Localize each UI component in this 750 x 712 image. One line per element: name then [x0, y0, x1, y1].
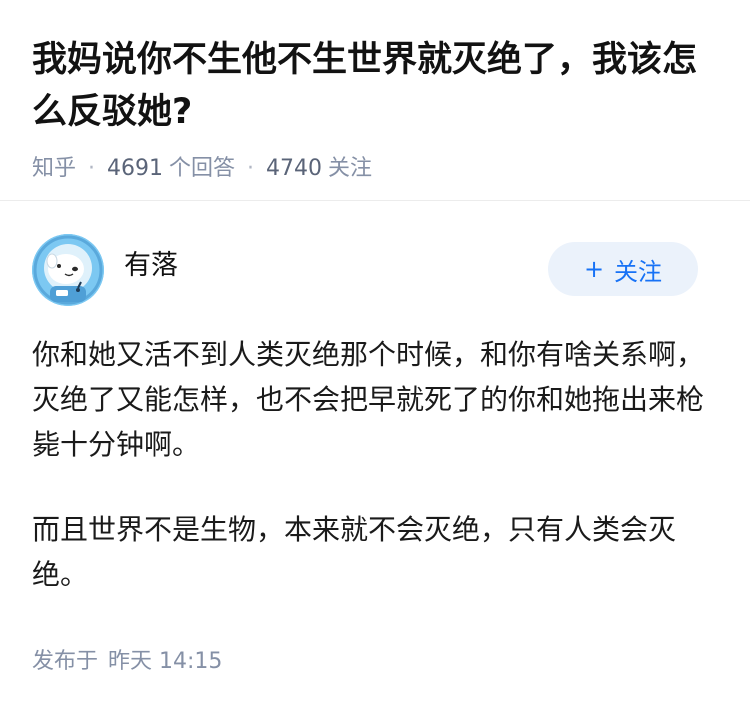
avatar[interactable] — [32, 234, 104, 306]
separator-dot: · — [88, 156, 96, 181]
publish-info: 发布于 昨天 14:15 — [32, 646, 222, 678]
answer-paragraph: 而且世界不是生物，本来就不会灭绝，只有人类会灭绝。 — [32, 513, 677, 591]
answer-paragraph: 你和她又活不到人类灭绝那个时候，和你有啥关系啊，灭绝了又能怎样，也不会把早就死了… — [32, 338, 705, 461]
follower-count-label: 关注 — [328, 156, 373, 181]
answer-count: 4691 — [107, 156, 164, 181]
answer-count-label: 个回答 — [169, 156, 236, 181]
author-row: 有落 + 关注 — [32, 234, 698, 308]
header-divider — [0, 200, 750, 201]
follower-count: 4740 — [266, 156, 323, 181]
author-name[interactable]: 有落 — [124, 248, 178, 284]
astronaut-dog-avatar-icon — [32, 234, 104, 306]
published-label: 发布于 — [32, 649, 99, 674]
question-header: 我妈说你不生他不生世界就灭绝了，我该怎么反驳她? 知乎 · 4691 个回答 · 4740… — [32, 34, 722, 184]
question-title[interactable]: 我妈说你不生他不生世界就灭绝了，我该怎么反驳她? — [32, 34, 722, 138]
answer-content: 你和她又活不到人类灭绝那个时候，和你有啥关系啊，灭绝了又能怎样，也不会把早就死了… — [32, 332, 712, 637]
follow-button[interactable]: + 关注 — [548, 242, 698, 296]
source-label[interactable]: 知乎 — [32, 156, 76, 181]
plus-icon: + — [583, 255, 605, 283]
follow-button-label: 关注 — [614, 257, 663, 286]
separator-dot: · — [247, 156, 255, 181]
question-meta: 知乎 · 4691 个回答 · 4740 关注 — [32, 154, 722, 184]
published-time: 昨天 14:15 — [108, 649, 223, 674]
